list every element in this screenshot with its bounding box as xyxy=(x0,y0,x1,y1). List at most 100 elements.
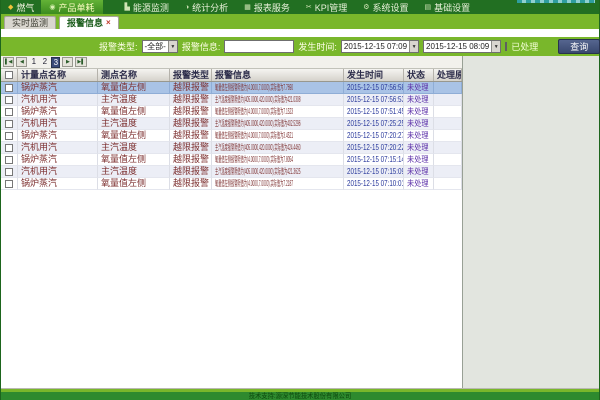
prev-page-button[interactable]: ◀ xyxy=(16,57,27,67)
basic-settings-icon: ▤ xyxy=(425,3,432,11)
cell-measure-point: 氧量值左侧 xyxy=(98,106,170,118)
menu-item[interactable]: ▤ 基础设置 xyxy=(417,0,479,14)
cell-handle-reason xyxy=(434,94,462,106)
row-checkbox[interactable] xyxy=(5,144,13,152)
page-number[interactable]: 3 xyxy=(51,57,60,68)
cell-measure-point: 氧量值左侧 xyxy=(98,178,170,190)
table-row[interactable]: 汽机用汽 主汽温度 越限报警 主汽温度报警限值为(405.0000,420.00… xyxy=(1,142,462,154)
menu-item[interactable]: ✂ KPI管理 xyxy=(298,0,355,14)
cell-time: 2015-12-15 07:56:58 xyxy=(344,82,404,94)
content-area: ▌◀ ◀ 123 ▶ ▶▌ 计量点名称测点名称报警类型报警信息发生时间状态处理原… xyxy=(1,56,599,388)
table-row[interactable]: 汽机用汽 主汽温度 越限报警 主汽温度报警限值为(405.0000,420.00… xyxy=(1,166,462,178)
last-page-button[interactable]: ▶▌ xyxy=(75,57,86,67)
time-from-picker[interactable]: 2015-12-15 07:09 ▼ xyxy=(341,40,419,53)
tab[interactable]: 实时监测 xyxy=(4,16,56,29)
chevron-down-icon[interactable]: ▼ xyxy=(168,41,177,52)
cell-status: 未处理 xyxy=(404,130,434,142)
cell-time: 2015-12-15 07:10:01 xyxy=(344,178,404,190)
cell-status: 未处理 xyxy=(404,82,434,94)
grid-empty-area xyxy=(1,190,462,388)
cell-alarm-type: 越限报警 xyxy=(170,94,212,106)
filter-toolbar: 报警类型: -全部- ▼ 报警信息: 发生时间: 2015-12-15 07:0… xyxy=(1,37,599,56)
alarm-grid: ▌◀ ◀ 123 ▶ ▶▌ 计量点名称测点名称报警类型报警信息发生时间状态处理原… xyxy=(1,56,463,388)
menu-item-gas-label: 燃气 xyxy=(16,1,34,14)
cell-alarm-type: 越限报警 xyxy=(170,166,212,178)
menu-item[interactable]: ⚙ 系统设置 xyxy=(355,0,416,14)
chevron-down-icon[interactable]: ▼ xyxy=(409,41,418,52)
cell-measure-point: 氧量值左侧 xyxy=(98,154,170,166)
right-panel xyxy=(463,56,599,388)
cell-meter-point: 汽机用汽 xyxy=(18,118,98,130)
close-icon[interactable]: × xyxy=(106,17,111,29)
page-number[interactable]: 1 xyxy=(29,57,38,68)
column-header[interactable]: 处理原因 xyxy=(434,69,462,81)
cell-meter-point: 锅炉蒸汽 xyxy=(18,178,98,190)
table-row[interactable]: 锅炉蒸汽 氧量值左侧 越限报警 氧量值左侧报警限值为(4.0000,7.0000… xyxy=(1,154,462,166)
table-header: 计量点名称测点名称报警类型报警信息发生时间状态处理原因 xyxy=(1,69,462,82)
cell-handle-reason xyxy=(434,82,462,94)
row-checkbox[interactable] xyxy=(5,96,13,104)
table-row[interactable]: 锅炉蒸汽 氧量值左侧 越限报警 氧量值左侧报警限值为(4.0000,7.0000… xyxy=(1,178,462,190)
cell-alarm-info: 主汽温度报警限值为(405.0000,420.0000),实际值为424.446… xyxy=(212,142,344,154)
cell-alarm-info: 氧量值左侧报警限值为(4.0000,7.0000),实际值为7.1523 xyxy=(212,106,344,118)
cell-status: 未处理 xyxy=(404,94,434,106)
table-row[interactable]: 锅炉蒸汽 氧量值左侧 越限报警 氧量值左侧报警限值为(4.0000,7.0000… xyxy=(1,130,462,142)
row-checkbox[interactable] xyxy=(5,108,13,116)
kpi-manage-icon: ✂ xyxy=(306,3,312,11)
cell-alarm-type: 越限报警 xyxy=(170,178,212,190)
cell-meter-point: 汽机用汽 xyxy=(18,94,98,106)
menu-item-product-consumption[interactable]: ◉ 产品单耗 xyxy=(41,0,102,14)
pager-pages: 123 xyxy=(29,57,60,68)
cell-measure-point: 氧量值左侧 xyxy=(98,82,170,94)
menu-item[interactable]: ◑ 统计分析 xyxy=(177,0,236,14)
alarm-info-input[interactable] xyxy=(224,40,294,53)
stats-analysis-icon: ◑ xyxy=(185,4,189,11)
cell-alarm-type: 越限报警 xyxy=(170,106,212,118)
alarm-info-label: 报警信息: xyxy=(182,40,221,53)
column-header[interactable]: 报警信息 xyxy=(212,69,344,81)
column-header[interactable]: 报警类型 xyxy=(170,69,212,81)
time-to-value: 2015-12-15 08:09 xyxy=(424,42,491,51)
select-all-checkbox[interactable] xyxy=(5,71,13,79)
page-number[interactable]: 2 xyxy=(40,57,49,68)
menu-item-gas[interactable]: ◆ 燃气 xyxy=(1,0,41,14)
cell-status: 未处理 xyxy=(404,118,434,130)
table-row[interactable]: 锅炉蒸汽 氧量值左侧 越限报警 氧量值左侧报警限值为(4.0000,7.0000… xyxy=(1,106,462,118)
query-button[interactable]: 查询 xyxy=(558,39,600,54)
column-header[interactable]: 计量点名称 xyxy=(18,69,98,81)
row-checkbox[interactable] xyxy=(5,156,13,164)
row-checkbox[interactable] xyxy=(5,180,13,188)
row-checkbox[interactable] xyxy=(5,84,13,92)
menu-item[interactable]: ▙ 能源监测 xyxy=(117,0,177,14)
time-to-picker[interactable]: 2015-12-15 08:09 ▼ xyxy=(423,40,501,53)
row-checkbox[interactable] xyxy=(5,120,13,128)
table-row[interactable]: 锅炉蒸汽 氧量值左侧 越限报警 氧量值左侧报警限值为(4.0000,7.0000… xyxy=(1,82,462,94)
chevron-down-icon[interactable]: ▼ xyxy=(491,41,500,52)
column-header[interactable]: 状态 xyxy=(404,69,434,81)
processed-checkbox[interactable] xyxy=(505,42,507,51)
cell-measure-point: 主汽温度 xyxy=(98,166,170,178)
cell-alarm-info: 氧量值左侧报警限值为(4.0000,7.0000),实际值为3.4521 xyxy=(212,130,344,142)
cell-meter-point: 汽机用汽 xyxy=(18,166,98,178)
table-row[interactable]: 汽机用汽 主汽温度 越限报警 主汽温度报警限值为(405.0000,420.00… xyxy=(1,118,462,130)
footer-main: 技术支持:源深节能技术股份有限公司 xyxy=(1,392,599,400)
tab[interactable]: 报警信息 × xyxy=(59,16,119,29)
cell-handle-reason xyxy=(434,106,462,118)
time-from-value: 2015-12-15 07:09 xyxy=(342,42,409,51)
column-header[interactable]: 测点名称 xyxy=(98,69,170,81)
cell-alarm-type: 越限报警 xyxy=(170,82,212,94)
menu-item[interactable]: ▦ 报表服务 xyxy=(236,0,298,14)
row-checkbox[interactable] xyxy=(5,132,13,140)
row-checkbox[interactable] xyxy=(5,168,13,176)
cell-measure-point: 氧量值左侧 xyxy=(98,130,170,142)
next-page-button[interactable]: ▶ xyxy=(62,57,73,67)
cell-handle-reason xyxy=(434,118,462,130)
column-header[interactable]: 发生时间 xyxy=(344,69,404,81)
table-row[interactable]: 汽机用汽 主汽温度 越限报警 主汽温度报警限值为(405.0000,420.00… xyxy=(1,94,462,106)
alarm-type-select[interactable]: -全部- ▼ xyxy=(142,40,178,53)
cell-time: 2015-12-15 07:20:22 xyxy=(344,142,404,154)
cell-status: 未处理 xyxy=(404,166,434,178)
app-window: ◆ 燃气 ◉ 产品单耗 ▙ 能源监测 ◑ 统计分析 ▦ 报表服务 ✂ KPI管理… xyxy=(0,0,600,400)
first-page-button[interactable]: ▌◀ xyxy=(3,57,14,67)
cell-meter-point: 汽机用汽 xyxy=(18,142,98,154)
